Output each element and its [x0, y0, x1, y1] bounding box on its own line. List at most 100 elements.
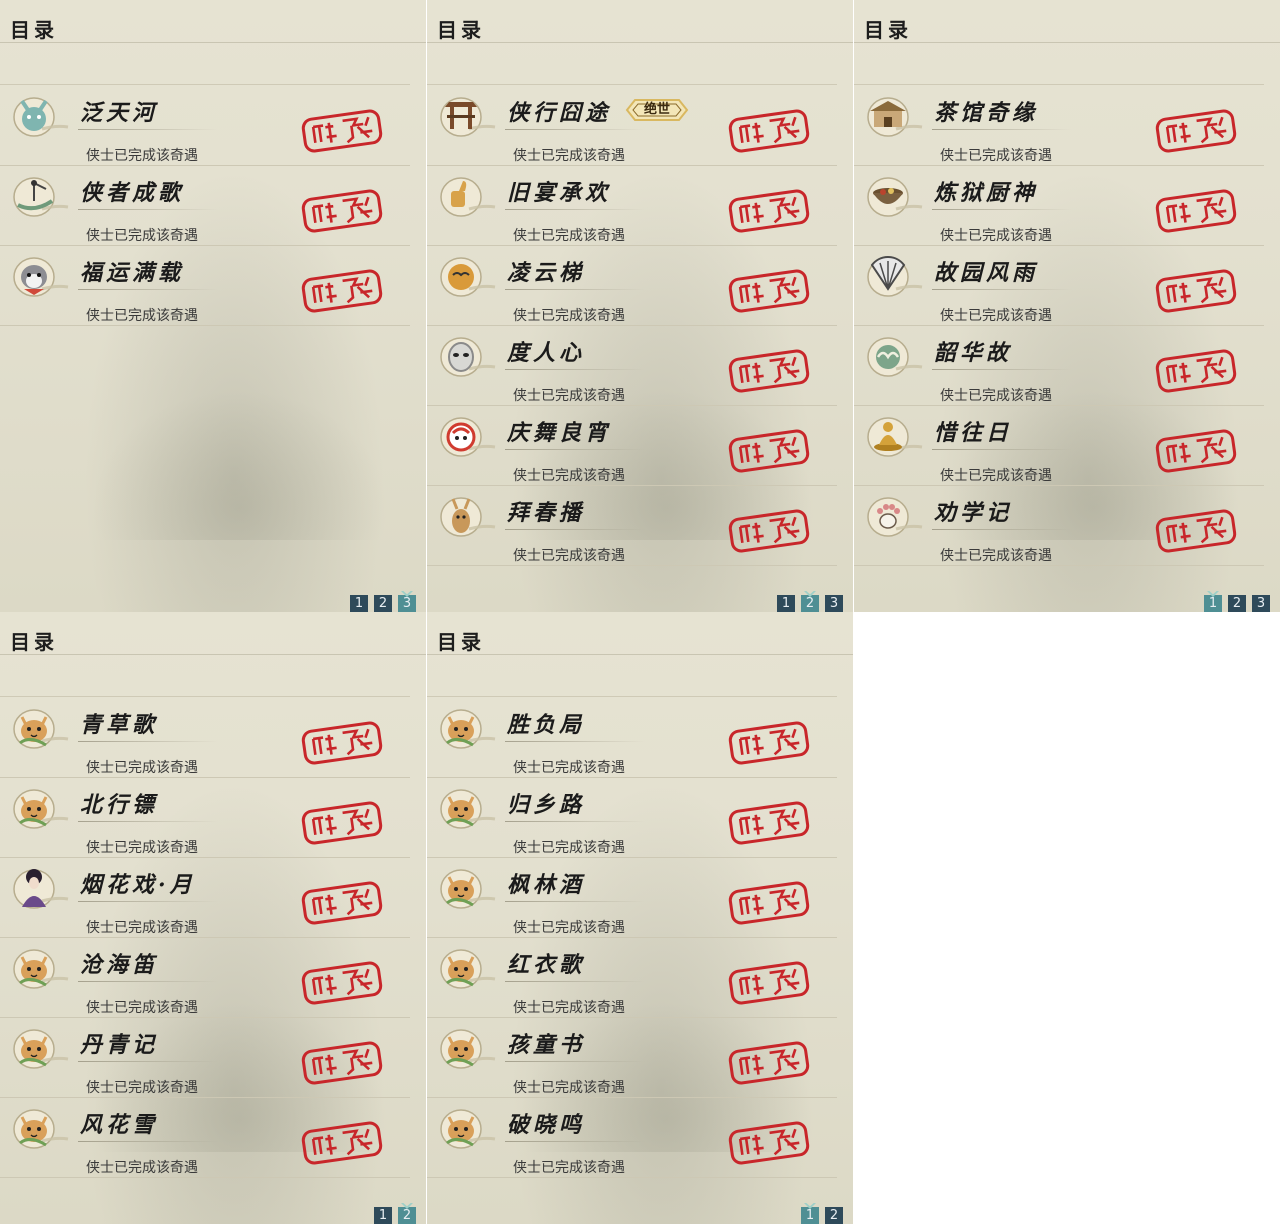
completed-stamp-icon — [298, 719, 386, 767]
completed-stamp-icon — [298, 107, 386, 155]
completion-status: 侠士已完成该奇遇 — [86, 1080, 198, 1096]
completion-status: 侠士已完成该奇遇 — [513, 760, 625, 776]
adventure-row[interactable]: 风花雪 侠士已完成该奇遇 — [0, 1097, 410, 1178]
panel-header: 目录 — [0, 0, 426, 43]
name-underline — [932, 289, 1072, 290]
page-button[interactable]: 1 — [777, 595, 795, 612]
cat-face-icon — [439, 943, 497, 989]
pagoda-gate-icon — [439, 91, 497, 137]
completion-status: 侠士已完成该奇遇 — [940, 148, 1052, 164]
folding-fan-icon — [866, 251, 924, 297]
pagination: 123 — [1198, 592, 1270, 612]
name-underline — [78, 209, 218, 210]
adventure-row[interactable]: 茶馆奇缘侠士已完成该奇遇 — [854, 85, 1264, 166]
name-underline — [505, 129, 645, 130]
adventure-row[interactable]: 侠者成歌 侠士已完成该奇遇 — [0, 165, 410, 246]
page-button[interactable]: 2 — [398, 1207, 416, 1224]
name-underline — [932, 369, 1072, 370]
name-underline — [78, 901, 218, 902]
name-underline — [78, 1061, 218, 1062]
adventure-row[interactable]: 拜春播 侠士已完成该奇遇 — [427, 485, 837, 566]
page-button[interactable]: 2 — [374, 595, 392, 612]
completion-status: 侠士已完成该奇遇 — [513, 388, 625, 404]
adventure-row[interactable]: 青草歌 侠士已完成该奇遇 — [0, 697, 410, 778]
adventure-name: 茶馆奇缘 — [934, 100, 1039, 126]
completion-status: 侠士已完成该奇遇 — [513, 1080, 625, 1096]
adventure-name: 庆舞良宵 — [507, 420, 612, 446]
completion-status: 侠士已完成该奇遇 — [513, 228, 625, 244]
adventure-row[interactable]: 归乡路侠士已完成该奇遇 — [427, 777, 837, 858]
cat-face-icon — [12, 703, 70, 749]
adventure-row[interactable]: 凌云梯侠士已完成该奇遇 — [427, 245, 837, 326]
pagination: 123 — [771, 592, 843, 612]
adventure-name: 胜负局 — [507, 712, 586, 738]
name-underline — [505, 369, 645, 370]
adventure-row[interactable]: 胜负局侠士已完成该奇遇 — [427, 697, 837, 778]
adventure-name: 侠者成歌 — [80, 180, 185, 206]
completed-stamp-icon — [298, 267, 386, 315]
completed-stamp-icon — [725, 1039, 813, 1087]
lion-dance-icon — [439, 411, 497, 457]
adventure-row[interactable]: 泛天河 侠士已完成该奇遇 — [0, 85, 410, 166]
page-button[interactable]: 1 — [350, 595, 368, 612]
completed-stamp-icon — [298, 1039, 386, 1087]
adventure-row[interactable]: 枫林酒 侠士已完成该奇遇 — [427, 857, 837, 938]
rarity-badge-label: 绝世 — [643, 102, 670, 117]
catalog-panel: 目录 侠行囧途 绝世 侠士已完成该奇遇 旧宴承欢 侠士已完成该奇遇 凌云梯 侠士已完成… — [427, 0, 853, 612]
adventure-row[interactable]: 丹青记侠士已完成该奇遇 — [0, 1017, 410, 1098]
name-underline — [932, 529, 1072, 530]
pagination: 123 — [344, 592, 416, 612]
adventure-row[interactable]: 旧宴承欢 侠士已完成该奇遇 — [427, 165, 837, 246]
adventure-row[interactable]: 烟花戏·月 侠士已完成该奇遇 — [0, 857, 410, 938]
adventure-name: 破晓鸣 — [507, 1112, 586, 1138]
completion-status: 侠士已完成该奇遇 — [940, 228, 1052, 244]
adventure-name: 红衣歌 — [507, 952, 586, 978]
page-button[interactable]: 3 — [1252, 595, 1270, 612]
adventure-row[interactable]: 孩童书 侠士已完成该奇遇 — [427, 1017, 837, 1098]
adventure-row[interactable]: 破晓鸣 侠士已完成该奇遇 — [427, 1097, 837, 1178]
completed-stamp-icon — [725, 107, 813, 155]
adventure-row[interactable]: 劝学记 侠士已完成该奇遇 — [854, 485, 1264, 566]
page-button[interactable]: 1 — [1204, 595, 1222, 612]
adventure-row[interactable]: 红衣歌 侠士已完成该奇遇 — [427, 937, 837, 1018]
name-underline — [505, 449, 645, 450]
adventure-name: 凌云梯 — [507, 260, 586, 286]
panel-header: 目录 — [0, 612, 426, 655]
page-button[interactable]: 2 — [825, 1207, 843, 1224]
paw-print-icon — [866, 491, 924, 537]
completion-status: 侠士已完成该奇遇 — [513, 468, 625, 484]
page-button[interactable]: 2 — [801, 595, 819, 612]
cat-face-icon — [12, 783, 70, 829]
adventure-row[interactable]: 福运满载 侠士已完成该奇遇 — [0, 245, 410, 326]
name-underline — [505, 901, 645, 902]
adventure-row[interactable]: 侠行囧途 绝世 侠士已完成该奇遇 — [427, 85, 837, 166]
completion-status: 侠士已完成该奇遇 — [513, 308, 625, 324]
adventure-row[interactable]: 庆舞良宵侠士已完成该奇遇 — [427, 405, 837, 486]
adventure-row[interactable]: 北行镖 侠士已完成该奇遇 — [0, 777, 410, 858]
completed-stamp-icon — [725, 187, 813, 235]
completion-status: 侠士已完成该奇遇 — [86, 840, 198, 856]
page-button[interactable]: 2 — [1228, 595, 1246, 612]
catalog-panel: 目录 胜负局 侠士已完成该奇遇 归乡路 侠士已完成该奇遇 枫林酒 侠士已完成该奇… — [427, 612, 853, 1224]
adventure-name: 丹青记 — [80, 1032, 159, 1058]
adventure-row[interactable]: 沧海笛 侠士已完成该奇遇 — [0, 937, 410, 1018]
adventure-row[interactable]: 韶华故 侠士已完成该奇遇 — [854, 325, 1264, 406]
completion-status: 侠士已完成该奇遇 — [513, 840, 625, 856]
adventure-row[interactable]: 故园风雨 侠士已完成该奇遇 — [854, 245, 1264, 326]
page-button[interactable]: 3 — [398, 595, 416, 612]
adventure-name: 惜往日 — [934, 420, 1013, 446]
panel-title: 目录 — [437, 630, 485, 654]
page-button[interactable]: 3 — [825, 595, 843, 612]
page-button[interactable]: 1 — [374, 1207, 392, 1224]
completed-stamp-icon — [1152, 267, 1240, 315]
adventure-row[interactable]: 度人心 侠士已完成该奇遇 — [427, 325, 837, 406]
adventure-name: 归乡路 — [507, 792, 586, 818]
completion-status: 侠士已完成该奇遇 — [940, 388, 1052, 404]
panel-title: 目录 — [10, 18, 58, 42]
adventure-row[interactable]: 惜往日 侠士已完成该奇遇 — [854, 405, 1264, 486]
thumbs-up-icon — [439, 171, 497, 217]
page-button[interactable]: 1 — [801, 1207, 819, 1224]
panel-header: 目录 — [427, 0, 853, 43]
adventure-row[interactable]: 炼狱厨神 侠士已完成该奇遇 — [854, 165, 1264, 246]
cauldron-icon — [866, 171, 924, 217]
